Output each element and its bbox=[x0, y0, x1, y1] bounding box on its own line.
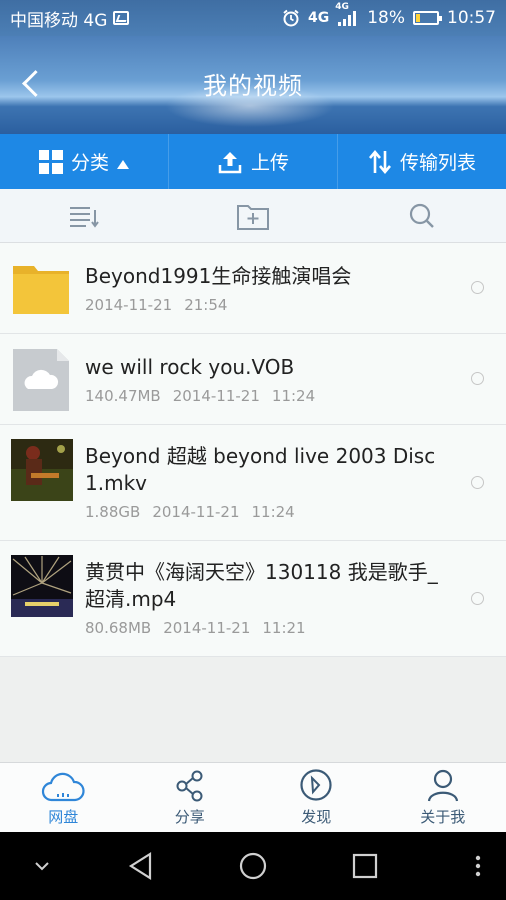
file-row[interactable]: Beyond1991生命接触演唱会 2014-11-21 21:54 bbox=[0, 243, 506, 334]
network-type-1: 4G bbox=[307, 10, 330, 26]
file-size: 1.88GB bbox=[85, 503, 141, 521]
select-radio[interactable] bbox=[471, 592, 484, 605]
battery-icon bbox=[413, 11, 442, 25]
bottom-tab-bar: 网盘 分享 发现 关于我 bbox=[0, 762, 506, 832]
upload-button[interactable]: 上传 bbox=[169, 134, 338, 189]
transfer-list-label: 传输列表 bbox=[399, 152, 476, 174]
battery-percent: 18% bbox=[367, 8, 405, 28]
sort-list-icon bbox=[70, 206, 100, 228]
page-title: 我的视频 bbox=[203, 72, 303, 100]
tab-netdisk-label: 网盘 bbox=[48, 808, 79, 826]
share-icon bbox=[176, 770, 203, 802]
nav-menu-button[interactable] bbox=[466, 832, 490, 900]
nav-collapse-button[interactable] bbox=[20, 832, 64, 900]
tab-share-label: 分享 bbox=[174, 808, 205, 826]
tab-about-me[interactable]: 关于我 bbox=[380, 763, 506, 832]
tab-discover[interactable]: 发现 bbox=[253, 763, 380, 832]
search-icon bbox=[409, 203, 434, 228]
category-label: 分类 bbox=[70, 152, 109, 174]
file-name: Beyond 超越 beyond live 2003 Disc 1.mkv bbox=[85, 444, 436, 495]
clock: 10:57 bbox=[447, 8, 496, 28]
file-list: Beyond1991生命接触演唱会 2014-11-21 21:54 we wi… bbox=[0, 243, 506, 657]
network-type-2: 4G bbox=[335, 2, 349, 12]
select-radio[interactable] bbox=[471, 476, 484, 489]
file-row[interactable]: we will rock you.VOB 140.47MB 2014-11-21… bbox=[0, 334, 506, 425]
file-time: 11:24 bbox=[271, 387, 316, 405]
battery-level-fill bbox=[416, 14, 420, 22]
select-radio[interactable] bbox=[471, 372, 484, 385]
header: 我的视频 bbox=[0, 36, 506, 134]
signal-icon: 4G bbox=[335, 2, 359, 27]
category-button[interactable]: 分类 bbox=[0, 134, 169, 189]
file-size: 80.68MB bbox=[85, 619, 152, 637]
more-dots-icon bbox=[475, 855, 481, 877]
file-date: 2014-11-21 bbox=[85, 296, 173, 314]
tab-about-me-label: 关于我 bbox=[420, 808, 466, 826]
file-row[interactable]: Beyond 超越 beyond live 2003 Disc 1.mkv 1.… bbox=[0, 425, 506, 541]
file-time: 11:21 bbox=[262, 619, 306, 637]
grid-icon bbox=[38, 149, 63, 174]
file-name: we will rock you.VOB bbox=[85, 355, 295, 379]
select-radio[interactable] bbox=[471, 281, 484, 294]
system-nav-bar bbox=[0, 832, 506, 900]
transfer-list-button[interactable]: 传输列表 bbox=[338, 134, 506, 189]
video-thumbnail bbox=[11, 439, 73, 505]
file-time: 11:24 bbox=[251, 503, 295, 521]
new-folder-button[interactable] bbox=[169, 201, 338, 231]
dropdown-triangle-icon bbox=[117, 160, 129, 169]
tab-netdisk[interactable]: 网盘 bbox=[0, 763, 127, 832]
upload-icon bbox=[218, 151, 242, 173]
new-folder-icon bbox=[237, 204, 269, 230]
home-circle-icon bbox=[239, 852, 267, 880]
file-row[interactable]: 黄贯中《海阔天空》130118 我是歌手_超清.mp4 80.68MB 2014… bbox=[0, 541, 506, 657]
transfer-arrows-icon bbox=[368, 149, 391, 174]
cloud-icon bbox=[42, 772, 85, 802]
tab-discover-label: 发现 bbox=[301, 808, 332, 826]
video-thumbnail bbox=[11, 555, 73, 621]
file-size: 140.47MB bbox=[85, 387, 161, 405]
file-time: 21:54 bbox=[184, 296, 228, 314]
back-triangle-icon bbox=[128, 852, 152, 880]
action-row bbox=[0, 189, 506, 243]
file-name: 黄贯中《海阔天空》130118 我是歌手_超清.mp4 bbox=[85, 560, 438, 611]
file-name: Beyond1991生命接触演唱会 bbox=[85, 264, 352, 288]
toolbar: 分类 上传 传输列表 bbox=[0, 134, 506, 189]
file-date: 2014-11-21 bbox=[152, 503, 240, 521]
folder-icon bbox=[12, 263, 70, 319]
recents-square-icon bbox=[352, 853, 378, 879]
nav-recents-button[interactable] bbox=[342, 832, 388, 900]
person-icon bbox=[427, 769, 458, 802]
image-notification-icon bbox=[113, 11, 130, 25]
compass-icon bbox=[300, 769, 332, 801]
search-button[interactable] bbox=[337, 202, 506, 230]
upload-label: 上传 bbox=[250, 152, 289, 174]
file-date: 2014-11-21 bbox=[163, 619, 251, 637]
alarm-icon bbox=[283, 9, 299, 27]
cloud-file-icon bbox=[12, 348, 70, 416]
status-bar: 中国移动 4G 4G 4G 18% 10:57 bbox=[0, 0, 506, 36]
nav-home-button[interactable] bbox=[230, 832, 276, 900]
tab-share[interactable]: 分享 bbox=[127, 763, 254, 832]
nav-back-button[interactable] bbox=[118, 832, 164, 900]
sort-button[interactable] bbox=[0, 204, 169, 228]
file-date: 2014-11-21 bbox=[172, 387, 260, 405]
carrier-label: 中国移动 4G bbox=[10, 10, 108, 31]
chevron-down-icon bbox=[35, 862, 49, 871]
